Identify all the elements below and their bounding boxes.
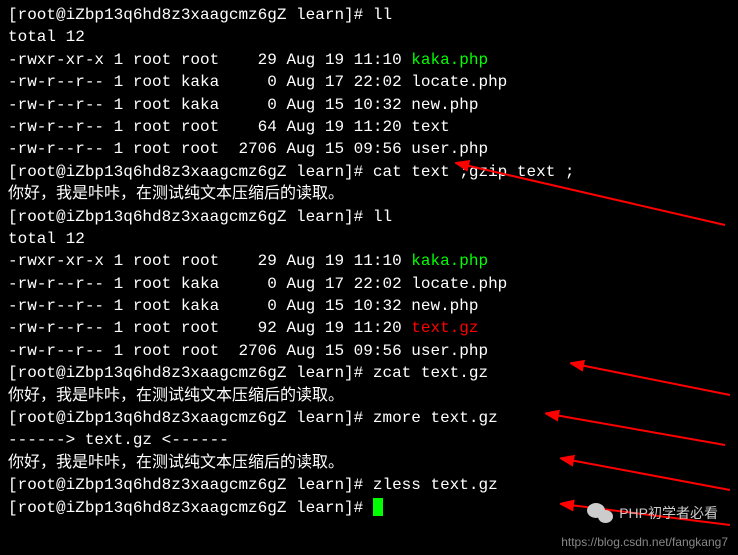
prompt-line: [root@iZbp13q6hd8z3xaagcmz6gZ learn]# ca… — [8, 161, 730, 183]
watermark: PHP初学者必看 — [587, 503, 718, 525]
file-row: -rw-r--r-- 1 root kaka 0 Aug 17 22:02 lo… — [8, 71, 730, 93]
prompt-line: [root@iZbp13q6hd8z3xaagcmz6gZ learn]# zm… — [8, 407, 730, 429]
prompt-line: [root@iZbp13q6hd8z3xaagcmz6gZ learn]# zc… — [8, 362, 730, 384]
wechat-icon — [587, 503, 613, 525]
file-row: -rw-r--r-- 1 root kaka 0 Aug 17 22:02 lo… — [8, 273, 730, 295]
prompt-line: [root@iZbp13q6hd8z3xaagcmz6gZ learn]# ll — [8, 206, 730, 228]
output-text: 你好，我是咔咔，在测试纯文本压缩后的读取。 — [8, 385, 730, 407]
cursor[interactable] — [373, 498, 383, 516]
file-row: -rw-r--r-- 1 root kaka 0 Aug 15 10:32 ne… — [8, 295, 730, 317]
terminal-output: [root@iZbp13q6hd8z3xaagcmz6gZ learn]# ll… — [8, 4, 730, 519]
output-text: 你好，我是咔咔，在测试纯文本压缩后的读取。 — [8, 452, 730, 474]
file-row: -rwxr-xr-x 1 root root 29 Aug 19 11:10 k… — [8, 250, 730, 272]
total-line: total 12 — [8, 228, 730, 250]
blog-url: https://blog.csdn.net/fangkang7 — [561, 534, 728, 551]
output-text: 你好，我是咔咔，在测试纯文本压缩后的读取。 — [8, 183, 730, 205]
file-row: -rw-r--r-- 1 root root 92 Aug 19 11:20 t… — [8, 317, 730, 339]
zmore-header: ------> text.gz <------ — [8, 429, 730, 451]
total-line: total 12 — [8, 26, 730, 48]
prompt-line: [root@iZbp13q6hd8z3xaagcmz6gZ learn]# zl… — [8, 474, 730, 496]
file-row: -rw-r--r-- 1 root root 2706 Aug 15 09:56… — [8, 138, 730, 160]
file-row: -rw-r--r-- 1 root kaka 0 Aug 15 10:32 ne… — [8, 94, 730, 116]
prompt-line: [root@iZbp13q6hd8z3xaagcmz6gZ learn]# ll — [8, 4, 730, 26]
watermark-text: PHP初学者必看 — [619, 504, 718, 524]
file-row: -rwxr-xr-x 1 root root 29 Aug 19 11:10 k… — [8, 49, 730, 71]
file-row: -rw-r--r-- 1 root root 64 Aug 19 11:20 t… — [8, 116, 730, 138]
file-row: -rw-r--r-- 1 root root 2706 Aug 15 09:56… — [8, 340, 730, 362]
